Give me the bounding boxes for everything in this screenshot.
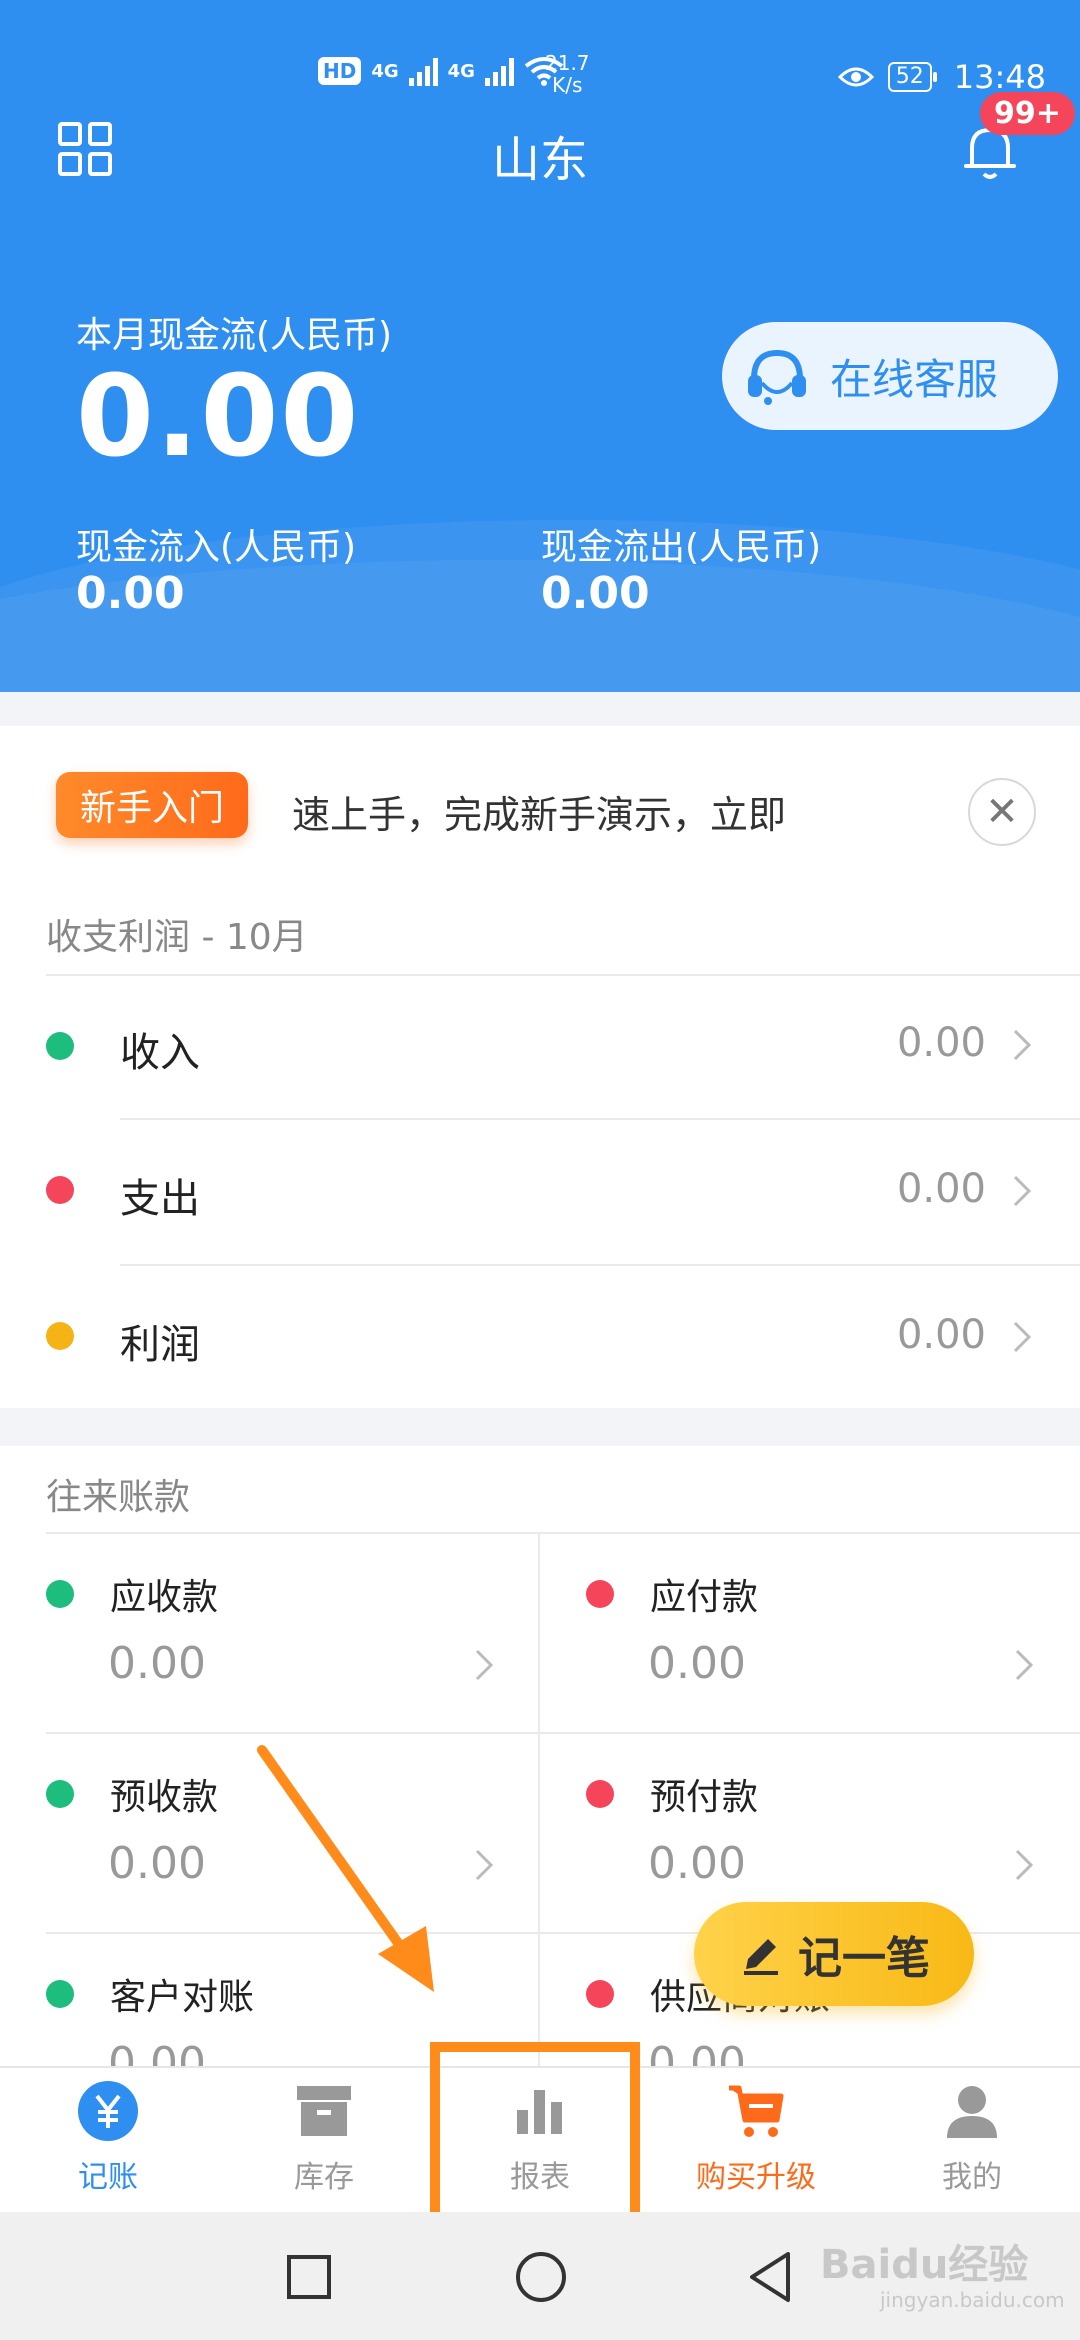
page-title[interactable]: 山东 [0,120,1080,190]
nav-label: 库存 [294,2160,354,2195]
watermark-logo: Baidu经验 [820,2242,1029,2288]
nav-item-upgrade[interactable]: 购买升级 [648,2080,864,2200]
status-left: HD 4G 4G [318,56,564,86]
account-value: 0.00 [648,2038,746,2066]
account-dot [586,1580,614,1608]
clock: 13:48 [953,58,1046,96]
online-service-label: 在线客服 [830,354,999,404]
account-dot [586,1780,614,1808]
nav-item-bookkeeping[interactable]: 记账 [0,2080,216,2200]
hd-badge: HD [318,57,362,85]
speed-value: 21.7 [545,51,590,75]
account-dot [46,1780,74,1808]
nav-item-mine[interactable]: 我的 [864,2080,1080,2200]
profit-row-income[interactable]: 收入 0.00 [0,976,1080,1118]
row-value: 0.00 [896,1020,986,1066]
back-icon[interactable] [746,2250,794,2304]
account-label: 客户对账 [110,1977,255,2018]
row-label: 支出 [120,1176,200,1222]
speed-unit: K/s [552,73,583,97]
add-record-button[interactable]: 记一笔 [694,1902,974,2006]
nav-label: 记账 [78,2160,138,2195]
headset-icon [748,349,806,405]
net-label-1: 4G [371,60,399,82]
battery-icon: 52 [887,62,937,92]
chevron-right-icon [1015,1849,1034,1881]
signal-icon [484,56,514,86]
status-right: 52 13:48 [837,58,1046,96]
nav-item-inventory[interactable]: 库存 [216,2080,432,2200]
notification-badge: 99+ [980,92,1075,135]
monthly-cash-label: 本月现金流(人民币) [76,315,393,356]
inflow-label: 现金流入(人民币) [76,527,357,568]
yuan-icon [78,2081,138,2141]
row-value: 0.00 [896,1312,986,1358]
box-icon [297,2086,351,2136]
highlight-annotation [430,2042,640,2228]
chevron-right-icon [1013,1029,1032,1061]
row-value: 0.00 [896,1166,986,1212]
net-label-2: 4G [447,60,475,82]
chevron-right-icon [475,1849,494,1881]
account-value: 0.00 [648,1838,746,1889]
chevron-right-icon [475,1649,494,1681]
account-label: 预收款 [110,1777,219,1818]
user-icon [947,2086,997,2138]
pencil-icon [744,1939,778,1975]
account-value: 0.00 [648,1638,746,1689]
outflow-value: 0.00 [541,568,650,619]
profit-row-profit[interactable]: 利润 0.00 [0,1266,1080,1408]
outflow-label: 现金流出(人民币) [541,527,822,568]
arrow-annotation [257,1745,434,1992]
account-label: 应付款 [650,1577,759,1618]
close-icon: ✕ [985,789,1019,835]
chevron-right-icon [1015,1649,1034,1681]
account-dot [586,1980,614,2008]
row-label: 收入 [120,1030,200,1076]
account-cell-receivable[interactable]: 应收款 0.00 [0,1534,538,1732]
account-dot [46,1580,74,1608]
nav-label: 购买升级 [696,2160,816,2195]
row-label: 利润 [120,1322,200,1368]
online-service-button[interactable]: 在线客服 [722,322,1058,430]
guide-marquee-text: 速上手，完成新手演示，立即 [292,793,787,837]
account-cell-payable[interactable]: 应付款 0.00 [540,1534,1080,1732]
cart-icon [729,2085,784,2137]
signal-icon [408,56,438,86]
chevron-right-icon [1013,1321,1032,1353]
net-speed: 21.7 K/s [545,52,590,96]
account-dot [46,1980,74,2008]
eye-icon [837,67,874,87]
account-label: 应收款 [110,1577,219,1618]
add-record-label: 记一笔 [798,1933,930,1984]
home-icon[interactable] [514,2250,568,2304]
profit-row-expense[interactable]: 支出 0.00 [0,1120,1080,1264]
income-dot [46,1032,74,1060]
account-value: 0.00 [108,2038,206,2066]
watermark-url: jingyan.baidu.com [880,2288,1065,2312]
profit-dot [46,1322,74,1350]
account-label: 预付款 [650,1777,759,1818]
beginner-guide-tag[interactable]: 新手入门 [56,772,248,838]
accounts-section-title: 往来账款 [46,1477,191,1518]
account-value: 0.00 [108,1638,206,1689]
nav-label: 我的 [942,2160,1002,2195]
expense-dot [46,1176,74,1204]
monthly-cash-value: 0.00 [76,352,361,482]
recent-apps-icon[interactable] [286,2254,332,2300]
close-guide-button[interactable]: ✕ [968,778,1036,846]
chevron-right-icon [1013,1175,1032,1207]
inflow-value: 0.00 [76,568,185,619]
profit-section-title: 收支利润 - 10月 [46,917,308,958]
account-value: 0.00 [108,1838,206,1889]
